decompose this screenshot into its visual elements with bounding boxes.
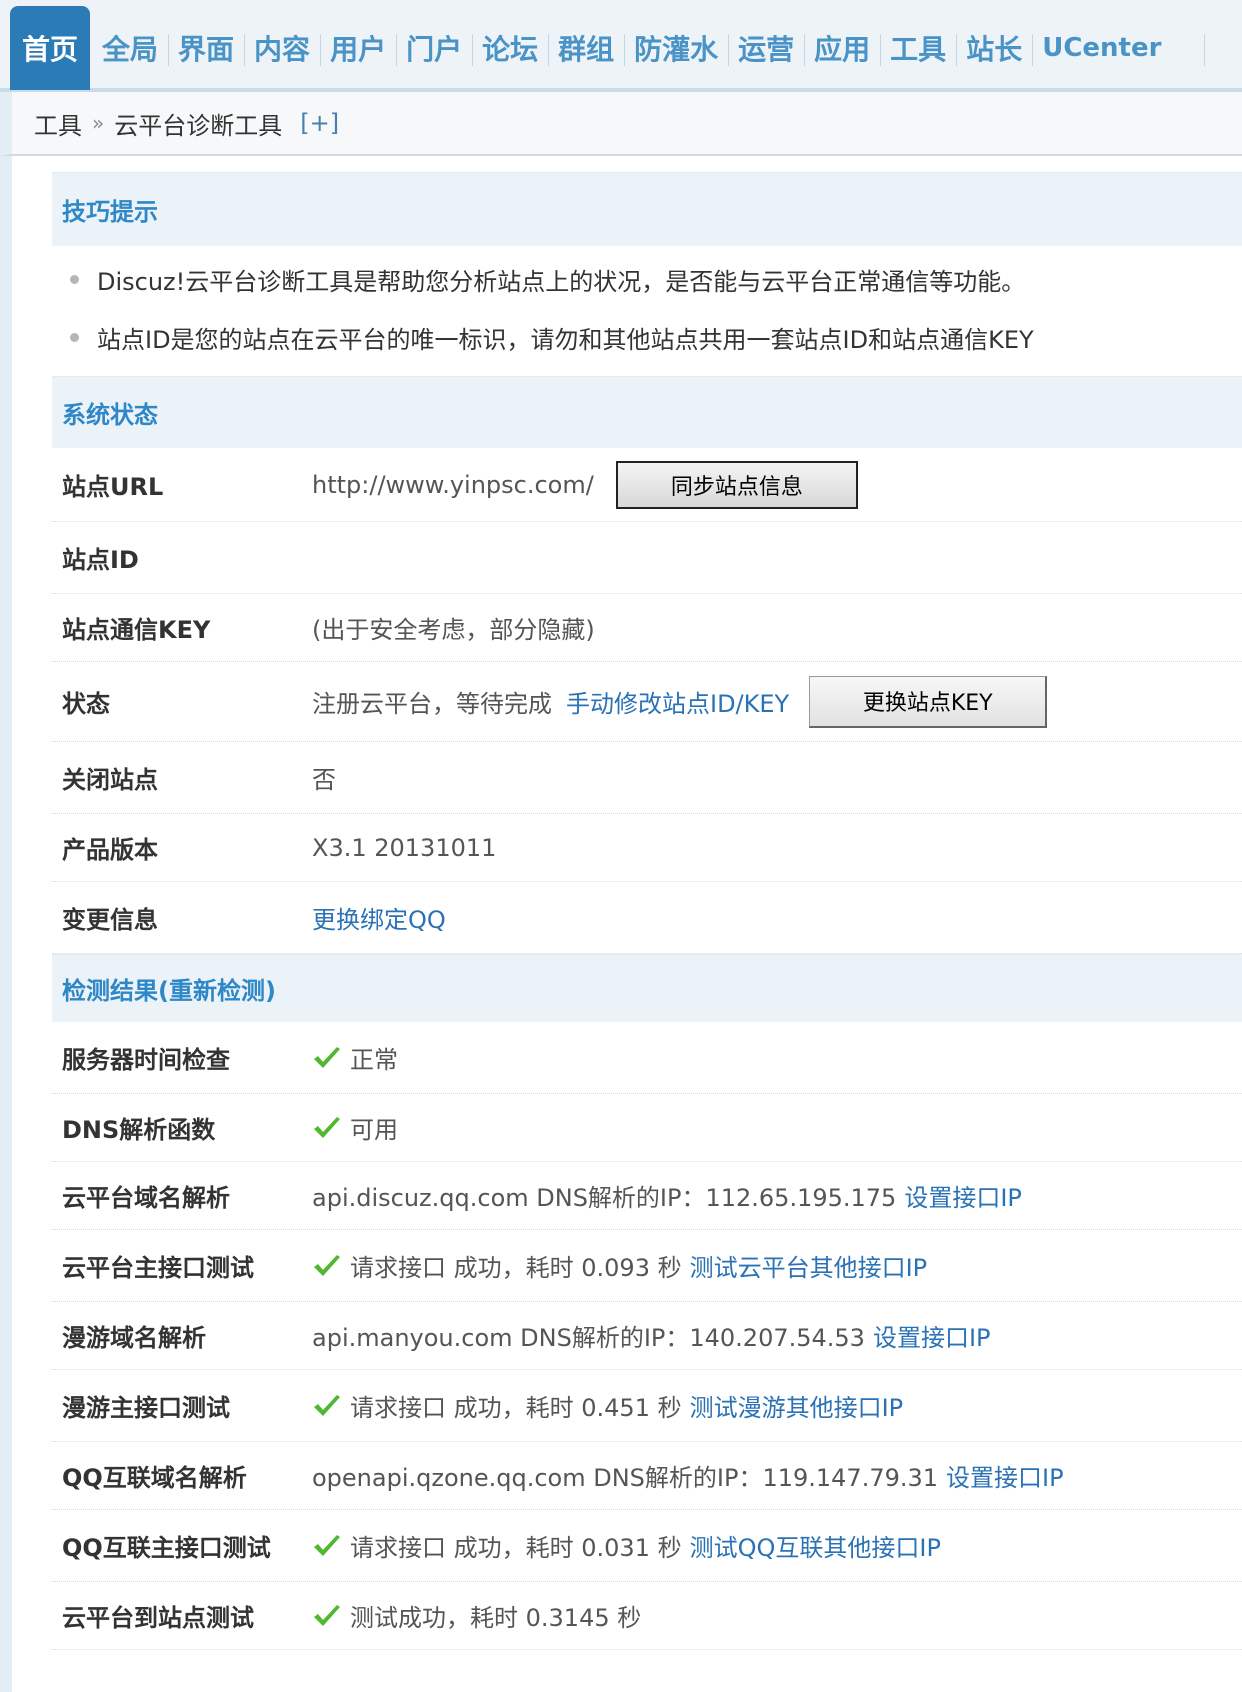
tab-antispam[interactable]: 防灌水 (624, 6, 728, 90)
row-qq-dns: QQ互联域名解析 openapi.qzone.qq.com DNS解析的IP：1… (52, 1442, 1242, 1510)
tab-global[interactable]: 全局 (92, 6, 168, 90)
row-state: 状态 注册云平台，等待完成 手动修改站点ID/KEY 更换站点KEY (52, 662, 1242, 742)
server-time-value: 正常 (350, 1046, 398, 1074)
breadcrumb: 工具 » 云平台诊断工具 [+] (0, 92, 1242, 156)
status-title: 系统状态 (52, 376, 1242, 448)
state-label: 状态 (62, 690, 110, 718)
change-info-label: 变更信息 (62, 906, 158, 934)
tips-title: 技巧提示 (52, 172, 1242, 246)
site-key-label: 站点通信KEY (62, 616, 211, 644)
nav-end-divider (1204, 34, 1205, 66)
manyou-api-value: 请求接口 成功，耗时 0.451 秒 (350, 1394, 682, 1422)
tab-groups[interactable]: 群组 (548, 6, 624, 90)
site-url-label: 站点URL (62, 473, 164, 501)
qq-dns-value: openapi.qzone.qq.com DNS解析的IP：119.147.79… (312, 1464, 939, 1492)
state-value: 注册云平台，等待完成 (312, 690, 552, 718)
top-navigation: 首页 全局 界面 内容 用户 门户 论坛 群组 防灌水 运营 应用 工具 站长 … (0, 0, 1242, 92)
tips-list: Discuz!云平台诊断工具是帮助您分析站点上的状况，是否能与云平台正常通信等功… (52, 246, 1242, 376)
change-site-key-button[interactable]: 更换站点KEY (809, 675, 1048, 728)
cloud-dns-label: 云平台域名解析 (62, 1184, 230, 1212)
breadcrumb-toggle-button[interactable]: [+] (300, 109, 339, 137)
tab-apps[interactable]: 应用 (804, 6, 880, 90)
tab-home[interactable]: 首页 (10, 6, 91, 90)
check-icon (314, 1534, 340, 1556)
row-site-url: 站点URL http://www.yinpsc.com/ 同步站点信息 (52, 448, 1242, 522)
main-content: 技巧提示 Discuz!云平台诊断工具是帮助您分析站点上的状况，是否能与云平台正… (52, 172, 1242, 1650)
tab-users[interactable]: 用户 (320, 6, 396, 90)
site-closed-value: 否 (312, 766, 336, 794)
tip-item: 站点ID是您的站点在云平台的唯一标识，请勿和其他站点共用一套站点ID和站点通信K… (52, 308, 1242, 366)
row-site-key: 站点通信KEY (出于安全考虑，部分隐藏) (52, 594, 1242, 662)
row-cloud-dns: 云平台域名解析 api.discuz.qq.com DNS解析的IP：112.6… (52, 1162, 1242, 1230)
manyou-api-label: 漫游主接口测试 (62, 1394, 230, 1422)
breadcrumb-separator: » (92, 111, 105, 135)
check-icon (314, 1604, 340, 1626)
bullet-icon (70, 332, 79, 342)
qq-dns-label: QQ互联域名解析 (62, 1464, 247, 1492)
row-manyou-api: 漫游主接口测试 请求接口 成功，耗时 0.451 秒 测试漫游其他接口IP (52, 1370, 1242, 1442)
row-site-closed: 关闭站点 否 (52, 742, 1242, 814)
site-url-value: http://www.yinpsc.com/ (312, 470, 594, 499)
tab-content[interactable]: 内容 (244, 6, 320, 90)
qq-api-value: 请求接口 成功，耗时 0.031 秒 (350, 1534, 682, 1562)
tip-item: Discuz!云平台诊断工具是帮助您分析站点上的状况，是否能与云平台正常通信等功… (52, 250, 1242, 308)
qq-test-other-ip-link[interactable]: 测试QQ互联其他接口IP (690, 1528, 941, 1563)
row-server-time: 服务器时间检查 正常 (52, 1022, 1242, 1094)
bullet-icon (70, 274, 79, 284)
row-qq-api: QQ互联主接口测试 请求接口 成功，耗时 0.031 秒 测试QQ互联其他接口I… (52, 1510, 1242, 1582)
tip-text: 站点ID是您的站点在云平台的唯一标识，请勿和其他站点共用一套站点ID和站点通信K… (97, 325, 1034, 354)
check-icon (314, 1394, 340, 1416)
cloud-test-other-ip-link[interactable]: 测试云平台其他接口IP (690, 1248, 928, 1283)
qq-set-ip-link[interactable]: 设置接口IP (946, 1458, 1064, 1493)
manyou-test-other-ip-link[interactable]: 测试漫游其他接口IP (690, 1388, 904, 1423)
results-title[interactable]: 检测结果(重新检测) (52, 954, 1242, 1022)
row-site-test: 云平台到站点测试 测试成功，耗时 0.3145 秒 (52, 1582, 1242, 1650)
dns-function-value: 可用 (350, 1116, 398, 1144)
row-version: 产品版本 X3.1 20131011 (52, 814, 1242, 882)
rebind-qq-link[interactable]: 更换绑定QQ (312, 900, 446, 935)
tab-webmaster[interactable]: 站长 (956, 6, 1032, 90)
cloud-set-ip-link[interactable]: 设置接口IP (904, 1178, 1022, 1213)
version-label: 产品版本 (62, 836, 158, 864)
site-id-label: 站点ID (62, 546, 139, 574)
tip-text: Discuz!云平台诊断工具是帮助您分析站点上的状况，是否能与云平台正常通信等功… (97, 267, 1026, 296)
tab-portal[interactable]: 门户 (396, 6, 472, 90)
version-value: X3.1 20131011 (312, 833, 497, 862)
check-icon (314, 1254, 340, 1276)
breadcrumb-parent[interactable]: 工具 (34, 106, 82, 141)
server-time-label: 服务器时间检查 (62, 1046, 230, 1074)
tab-interface[interactable]: 界面 (168, 6, 244, 90)
sync-site-info-button[interactable]: 同步站点信息 (615, 460, 858, 509)
breadcrumb-current: 云平台诊断工具 (114, 111, 283, 140)
tab-tools[interactable]: 工具 (880, 6, 956, 90)
manyou-dns-label: 漫游域名解析 (62, 1324, 206, 1352)
site-test-value: 测试成功，耗时 0.3145 秒 (350, 1604, 642, 1632)
site-key-value: (出于安全考虑，部分隐藏) (312, 616, 595, 644)
nav-tabs: 首页 全局 界面 内容 用户 门户 论坛 群组 防灌水 运营 应用 工具 站长 … (10, 6, 1171, 90)
row-dns-function: DNS解析函数 可用 (52, 1094, 1242, 1162)
tab-forum[interactable]: 论坛 (472, 6, 548, 90)
site-test-label: 云平台到站点测试 (62, 1604, 254, 1632)
row-change-info: 变更信息 更换绑定QQ (52, 882, 1242, 954)
tab-operations[interactable]: 运营 (728, 6, 804, 90)
qq-api-label: QQ互联主接口测试 (62, 1534, 271, 1562)
manyou-set-ip-link[interactable]: 设置接口IP (873, 1318, 991, 1353)
site-closed-label: 关闭站点 (62, 766, 158, 794)
manyou-dns-value: api.manyou.com DNS解析的IP：140.207.54.53 (312, 1324, 865, 1352)
left-gutter (0, 156, 12, 1692)
tab-ucenter[interactable]: UCenter (1032, 6, 1171, 90)
check-icon (314, 1046, 340, 1068)
edit-site-id-key-link[interactable]: 手动修改站点ID/KEY (566, 684, 789, 719)
cloud-api-value: 请求接口 成功，耗时 0.093 秒 (350, 1254, 682, 1282)
cloud-api-label: 云平台主接口测试 (62, 1254, 254, 1282)
check-icon (314, 1116, 340, 1138)
cloud-dns-value: api.discuz.qq.com DNS解析的IP：112.65.195.17… (312, 1184, 897, 1212)
row-site-id: 站点ID (52, 522, 1242, 594)
row-manyou-dns: 漫游域名解析 api.manyou.com DNS解析的IP：140.207.5… (52, 1302, 1242, 1370)
row-cloud-api: 云平台主接口测试 请求接口 成功，耗时 0.093 秒 测试云平台其他接口IP (52, 1230, 1242, 1302)
dns-function-label: DNS解析函数 (62, 1116, 216, 1144)
